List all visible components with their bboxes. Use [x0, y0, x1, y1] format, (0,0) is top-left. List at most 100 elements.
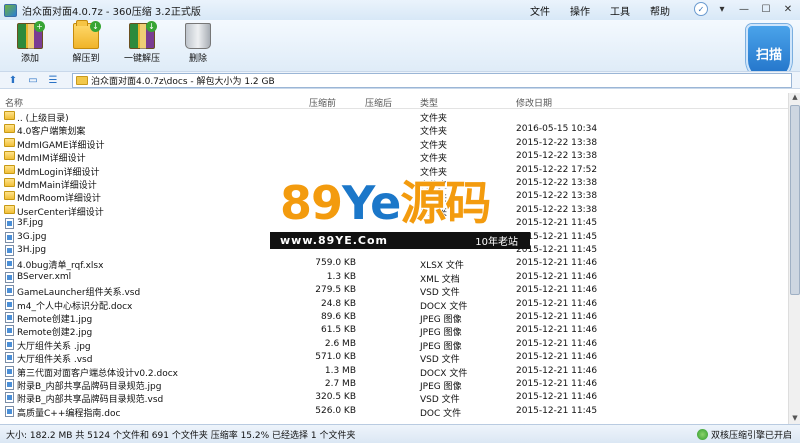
file-row[interactable]: MdmLogin详细设计 文件夹 2015-12-22 17:52: [0, 164, 788, 178]
extract-to-label: 解压到: [72, 54, 100, 64]
file-size: 759.0 KB: [315, 258, 356, 269]
menu-tools[interactable]: 工具: [600, 3, 640, 18]
file-name: BServer.xml: [17, 271, 72, 282]
file-size: 89.6 KB: [321, 312, 356, 322]
file-date: 2015-12-22 13:38: [516, 191, 598, 202]
scroll-up-icon[interactable]: ▲: [790, 93, 800, 103]
file-row[interactable]: 4.0bug清单_rqf.xlsx 759.0 KB XLSX 文件 2015-12-…: [0, 257, 788, 271]
file-name: Remote创建2.jpg: [17, 328, 93, 339]
column-packed-header[interactable]: 压缩后: [365, 96, 392, 109]
file-date: 2015-12-21 11:46: [516, 298, 598, 309]
file-row[interactable]: 4.0客户端策划案 文件夹 2016-05-15 10:34: [0, 123, 788, 137]
file-row[interactable]: Remote创建2.jpg 61.5 KB JPEG 图像 2015-12-21 11…: [0, 324, 788, 339]
column-date-header[interactable]: 修改日期: [516, 96, 552, 109]
file-row[interactable]: .. (上级目录) 文件夹: [0, 110, 788, 124]
file-name: 3G.jpg: [17, 231, 47, 242]
file-icon: [5, 338, 14, 350]
file-row[interactable]: 3F.jpg 2015-12-21 11:45: [0, 217, 788, 230]
folder-icon: [4, 111, 15, 120]
menu-dropdown-icon[interactable]: ▾: [714, 2, 730, 16]
file-date: 2015-12-21 11:46: [516, 365, 598, 376]
thumbnail-view-icon[interactable]: ▭: [26, 74, 40, 86]
column-name-header[interactable]: 名称: [5, 96, 23, 109]
up-arrow-icon[interactable]: ⬆: [6, 74, 20, 86]
engine-status[interactable]: 双核压缩引擎已开启: [696, 428, 792, 441]
file-date: 2015-12-21 11:45: [516, 245, 598, 255]
file-row[interactable]: UserCenter详细设计 文件夹 2015-12-22 13:38: [0, 204, 788, 218]
file-row[interactable]: MdmIM详细设计 文件夹 2015-12-22 13:38: [0, 150, 788, 165]
file-name: MdmLogin详细设计: [17, 167, 100, 178]
file-row[interactable]: m4_个人中心标识分配.docx 24.8 KB DOCX 文件 2015-12-21…: [0, 298, 788, 312]
list-header: 名称 压缩前 压缩后 类型 修改日期: [0, 93, 788, 109]
file-icon: [5, 379, 14, 390]
file-type: 文件夹: [420, 154, 448, 165]
file-type: DOCX 文件: [420, 301, 468, 312]
file-name: MdmRoom详细设计: [17, 194, 101, 205]
status-text: 大小: 182.2 MB 共 5124 个文件和 691 个文件夹 压缩率 15…: [6, 430, 356, 441]
file-size: 1.3 KB: [326, 271, 356, 282]
file-row[interactable]: MdmMain详细设计 文件夹 2015-12-22 13:38: [0, 177, 788, 191]
window-title: 泊众面对面4.0.7z - 360压缩 3.2正式版: [22, 6, 201, 18]
folder-icon: [4, 137, 15, 147]
path-field[interactable]: 泊众面对面4.0.7z\docs - 解包大小为 1.2 GB: [72, 73, 792, 88]
scrollbar-thumb[interactable]: [790, 105, 800, 295]
file-icon: [5, 298, 14, 310]
file-row[interactable]: 第三代面对面客户端总体设计v0.2.docx 1.3 MB DOCX 文件 2015-…: [0, 365, 788, 379]
trash-icon: [185, 23, 211, 49]
menu-file[interactable]: 文件: [520, 3, 560, 18]
add-button[interactable]: + 添加: [8, 21, 52, 64]
minimize-icon[interactable]: —: [736, 2, 752, 16]
file-row[interactable]: 附录B_内部共享品牌码目录规范.vsd 320.5 KB VSD 文件 2015-12…: [0, 391, 788, 406]
menu-operation[interactable]: 操作: [560, 3, 600, 18]
vertical-scrollbar[interactable]: ▲ ▼: [788, 93, 800, 424]
file-row[interactable]: MdmIGAME详细设计 文件夹 2015-12-22 13:38: [0, 137, 788, 151]
skin-icon[interactable]: ✓: [694, 2, 708, 16]
file-size: 320.5 KB: [315, 392, 356, 403]
file-row[interactable]: BServer.xml 1.3 KB XML 文档 2015-12-21 11:46: [0, 271, 788, 285]
delete-button[interactable]: 删除: [176, 23, 220, 64]
file-icon: [5, 312, 14, 323]
file-row[interactable]: 附录B_内部共享品牌码目录规范.jpg 2.7 MB JPEG 图像 2015-12-…: [0, 378, 788, 392]
menu-bar: 文件 操作 工具 帮助: [520, 0, 680, 20]
engine-status-icon: [696, 429, 708, 440]
delete-label: 删除: [188, 54, 207, 64]
file-date: 2015-12-21 11:46: [516, 392, 598, 403]
file-icon: [5, 218, 14, 230]
one-click-extract-button[interactable]: ↓ 一键解压: [120, 21, 164, 64]
file-name: .. (上级目录): [17, 114, 69, 124]
file-row[interactable]: Remote创建1.jpg 89.6 KB JPEG 图像 2015-12-21 11…: [0, 311, 788, 325]
file-row[interactable]: 大厅组件关系 .vsd 571.0 KB VSD 文件 2015-12-21 11:4…: [0, 351, 788, 365]
folder-icon: [76, 76, 88, 85]
file-type: 文件夹: [420, 114, 448, 124]
file-type: VSD 文件: [420, 395, 460, 406]
file-row[interactable]: MdmRoom详细设计 文件夹 2015-12-22 13:38: [0, 190, 788, 205]
file-date: 2015-12-21 11:46: [516, 258, 598, 269]
file-date: 2015-12-22 13:38: [516, 151, 598, 162]
file-row[interactable]: 3H.jpg 2015-12-21 11:45: [0, 244, 788, 257]
file-type: DOCX 文件: [420, 368, 468, 379]
file-date: 2015-12-21 11:46: [516, 325, 598, 336]
file-type: 文件夹: [420, 207, 448, 218]
column-size-header[interactable]: 压缩前: [309, 96, 336, 109]
column-type-header[interactable]: 类型: [420, 96, 438, 109]
status-bar: 大小: 182.2 MB 共 5124 个文件和 691 个文件夹 压缩率 15…: [0, 424, 800, 443]
engine-status-text: 双核压缩引擎已开启: [710, 431, 792, 441]
file-date: 2015-12-21 11:46: [516, 352, 598, 363]
file-icon: [5, 352, 14, 364]
menu-help[interactable]: 帮助: [640, 3, 680, 18]
maximize-icon[interactable]: ☐: [758, 2, 774, 16]
scan-label: 扫描: [755, 47, 782, 63]
file-row[interactable]: 高质量C++编程指南.doc 526.0 KB DOC 文件 2015-12-21 1…: [0, 405, 788, 419]
file-row[interactable]: 3G.jpg 2015-12-21 11:45: [0, 231, 788, 244]
list-view-icon[interactable]: ☰: [46, 74, 60, 86]
extract-to-button[interactable]: ↓ 解压到: [64, 20, 108, 64]
file-date: 2015-12-21 11:46: [516, 338, 598, 349]
file-size: 526.0 KB: [315, 405, 356, 416]
folder-icon: [4, 151, 15, 161]
file-row[interactable]: GameLauncher组件关系.vsd 279.5 KB VSD 文件 2015-1…: [0, 284, 788, 298]
close-icon[interactable]: ✕: [780, 2, 796, 16]
file-date: 2015-12-22 13:38: [516, 137, 598, 148]
scroll-down-icon[interactable]: ▼: [790, 414, 800, 424]
file-size: 2.6 MB: [324, 338, 356, 349]
file-row[interactable]: 大厅组件关系 .jpg 2.6 MB JPEG 图像 2015-12-21 11:46: [0, 338, 788, 352]
